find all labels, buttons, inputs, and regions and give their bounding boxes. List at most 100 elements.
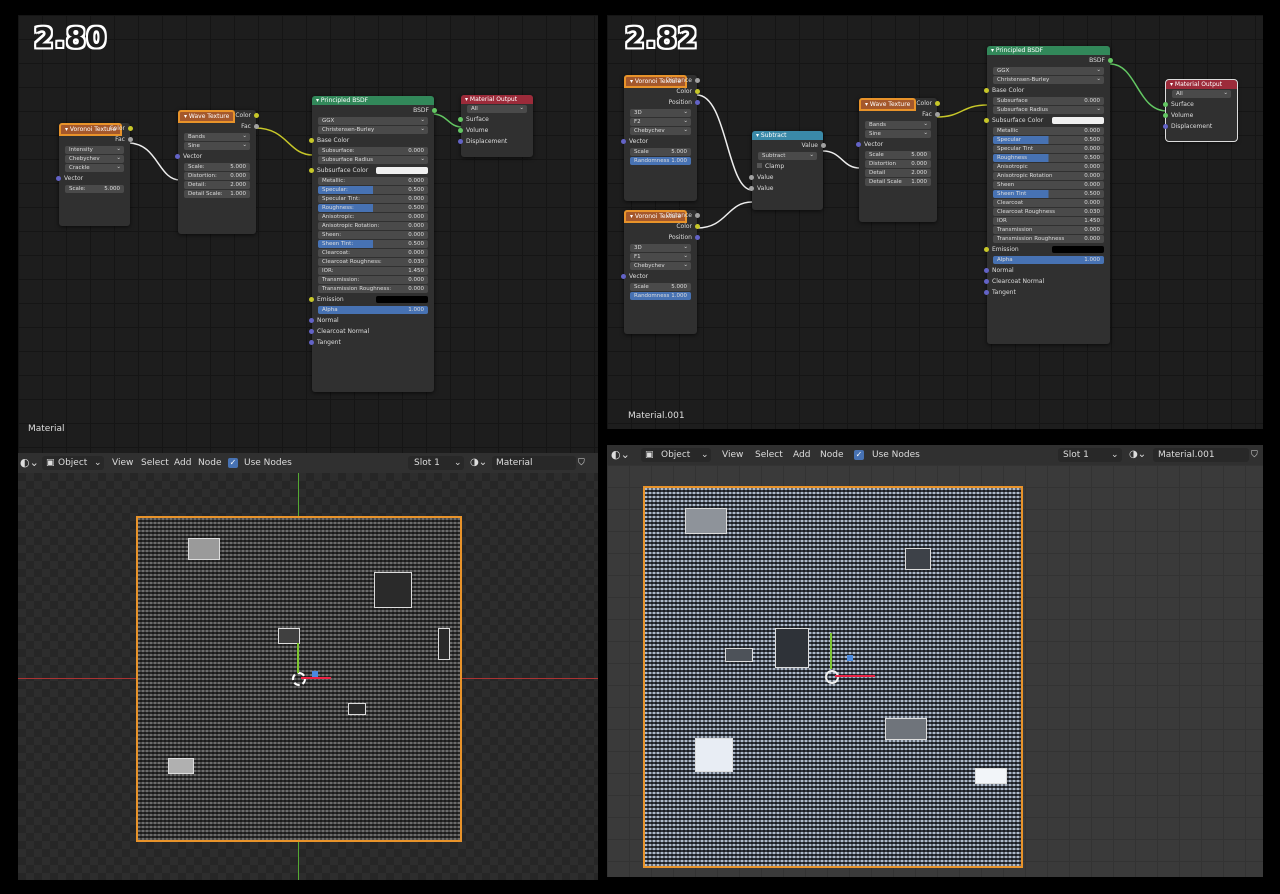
shield-icon[interactable]: ⛉ xyxy=(1251,450,1258,460)
menu-node[interactable]: Node xyxy=(198,458,222,468)
clamp-checkbox[interactable]: Clamp xyxy=(752,161,823,172)
wave-type-dropdown[interactable]: Bands xyxy=(184,133,250,141)
bsdf-field-anisotropic[interactable]: Anisotropic: 0.000 xyxy=(318,213,428,221)
bsdf-field-transmission[interactable]: Transmission: 0.000 xyxy=(318,276,428,284)
emission-color[interactable] xyxy=(1052,246,1104,253)
bsdf-field-transmission-roughness[interactable]: Transmission Roughness: 0.000 xyxy=(318,285,428,293)
subsurface-method-dropdown[interactable]: Christensen-Burley xyxy=(318,126,428,134)
bsdf-field-anisotropic[interactable]: Anisotropic 0.000 xyxy=(993,163,1104,171)
wave-profile-dropdown[interactable]: Sine xyxy=(184,142,250,150)
operation-dropdown[interactable]: Subtract xyxy=(758,152,817,160)
menu-node[interactable]: Node xyxy=(820,450,844,460)
bsdf-field-anisotropic-rotation[interactable]: Anisotropic Rotation: 0.000 xyxy=(318,222,428,230)
distance-dropdown[interactable]: Chebychev xyxy=(630,127,691,135)
coloring-dropdown[interactable]: Intensity xyxy=(65,146,124,154)
use-nodes-checkbox[interactable]: ✓ xyxy=(228,458,238,468)
principled-bsdf-node[interactable]: Principled BSDF BSDF GGX Christensen-Bur… xyxy=(984,46,1113,344)
distortion-field[interactable]: Distortion 0.000 xyxy=(865,160,931,168)
node-editor-right[interactable]: 2.82 Voronoi Texture Distance Color Posi… xyxy=(607,15,1263,429)
material-output-node[interactable]: Material Output All Surface Volume Displ… xyxy=(1163,79,1238,142)
wave-texture-node[interactable]: Wave Texture Color Fac Bands Sine Vector… xyxy=(175,110,259,234)
bsdf-field-subsurface-color[interactable]: Subsurface Color xyxy=(984,115,1110,126)
subsurface-color-swatch[interactable] xyxy=(376,167,428,174)
dimensions-dropdown[interactable]: 3D xyxy=(630,109,691,117)
menu-view[interactable]: View xyxy=(722,450,743,460)
scale-field[interactable]: Scale 5.000 xyxy=(630,148,691,156)
scale-field[interactable]: Scale: 5.000 xyxy=(184,163,250,171)
distribution-dropdown[interactable]: GGX xyxy=(318,117,428,125)
material-sphere-icon[interactable]: ◑⌄ xyxy=(1129,449,1146,460)
principled-bsdf-node[interactable]: Principled BSDF BSDF GGX Christensen-Bur… xyxy=(309,96,437,392)
shield-icon[interactable]: ⛉ xyxy=(578,458,585,468)
menu-view[interactable]: View xyxy=(112,458,133,468)
target-dropdown[interactable]: All xyxy=(467,105,527,113)
bsdf-field-subsurface-radius[interactable]: Subsurface Radius xyxy=(318,156,428,164)
voronoi-texture-node-2[interactable]: Voronoi Texture Distance Color Position … xyxy=(621,210,700,334)
dimensions-dropdown[interactable]: 3D xyxy=(630,244,691,252)
menu-add[interactable]: Add xyxy=(174,458,191,468)
image-viewport[interactable] xyxy=(607,465,1263,877)
bsdf-field-subsurface-radius[interactable]: Subsurface Radius xyxy=(993,106,1104,114)
menu-select[interactable]: Select xyxy=(755,450,783,460)
scale-field[interactable]: Scale 5.000 xyxy=(865,151,931,159)
bsdf-field-clearcoat[interactable]: Clearcoat: 0.000 xyxy=(318,249,428,257)
node-editor-left[interactable]: 2.80 Voronoi Texture Color Fac Intensity… xyxy=(18,15,598,453)
bsdf-field-ior[interactable]: IOR: 1.450 xyxy=(318,267,428,275)
scale-field[interactable]: Scale: 5.000 xyxy=(65,185,124,193)
randomness-field[interactable]: Randomness 1.000 xyxy=(630,292,691,300)
wave-texture-node[interactable]: Wave Texture Color Fac Bands Sine Vector… xyxy=(856,98,940,222)
bsdf-field-specular-tint[interactable]: Specular Tint 0.000 xyxy=(993,145,1104,153)
bsdf-field-specular-tint[interactable]: Specular Tint: 0.000 xyxy=(318,195,428,203)
feature-dropdown[interactable]: F2 xyxy=(630,118,691,126)
bsdf-field-subsurface[interactable]: Subsurface: 0.000 xyxy=(318,147,428,155)
bsdf-field-transmission-roughness[interactable]: Transmission Roughness 0.000 xyxy=(993,235,1104,243)
material-output-node[interactable]: Material Output All Surface Volume Displ… xyxy=(458,95,533,157)
material-sphere-icon[interactable]: ◑⌄ xyxy=(470,457,487,468)
distortion-field[interactable]: Distortion: 0.000 xyxy=(184,172,250,180)
editor-type-icon[interactable]: ◐⌄ xyxy=(611,448,630,461)
menu-add[interactable]: Add xyxy=(793,450,810,460)
bsdf-field-metallic[interactable]: Metallic 0.000 xyxy=(993,127,1104,135)
bsdf-field-roughness[interactable]: Roughness 0.500 xyxy=(993,154,1104,162)
bsdf-field-sheen-tint[interactable]: Sheen Tint: 0.500 xyxy=(318,240,428,248)
bsdf-field-sheen-tint[interactable]: Sheen Tint 0.500 xyxy=(993,190,1104,198)
bsdf-field-transmission[interactable]: Transmission 0.000 xyxy=(993,226,1104,234)
bsdf-field-subsurface-color[interactable]: Subsurface Color xyxy=(309,165,434,176)
emission-color[interactable] xyxy=(376,296,428,303)
voronoi-texture-node-1[interactable]: Voronoi Texture Distance Color Position … xyxy=(621,75,700,201)
bsdf-field-subsurface[interactable]: Subsurface 0.000 xyxy=(993,97,1104,105)
image-viewport[interactable] xyxy=(18,473,598,880)
detail-scale-field[interactable]: Detail Scale 1.000 xyxy=(865,178,931,186)
feature-dropdown[interactable]: F1 xyxy=(630,253,691,261)
subsurface-method-dropdown[interactable]: Christensen-Burley xyxy=(993,76,1104,84)
detail-field[interactable]: Detail: 2.000 xyxy=(184,181,250,189)
bsdf-field-sheen[interactable]: Sheen 0.000 xyxy=(993,181,1104,189)
bsdf-field-sheen[interactable]: Sheen: 0.000 xyxy=(318,231,428,239)
scale-field[interactable]: Scale 5.000 xyxy=(630,283,691,291)
bsdf-field-clearcoat-roughness[interactable]: Clearcoat Roughness: 0.030 xyxy=(318,258,428,266)
feature-dropdown[interactable]: Crackle xyxy=(65,164,124,172)
bsdf-field-specular[interactable]: Specular: 0.500 xyxy=(318,186,428,194)
bsdf-field-anisotropic-rotation[interactable]: Anisotropic Rotation 0.000 xyxy=(993,172,1104,180)
menu-select[interactable]: Select xyxy=(141,458,169,468)
bsdf-field-metallic[interactable]: Metallic: 0.000 xyxy=(318,177,428,185)
distance-dropdown[interactable]: Chebychev xyxy=(630,262,691,270)
detail-field[interactable]: Detail 2.000 xyxy=(865,169,931,177)
bsdf-field-clearcoat[interactable]: Clearcoat 0.000 xyxy=(993,199,1104,207)
voronoi-texture-node[interactable]: Voronoi Texture Color Fac Intensity Cheb… xyxy=(56,123,133,226)
wave-profile-dropdown[interactable]: Sine xyxy=(865,130,931,138)
alpha-field[interactable]: Alpha 1.000 xyxy=(318,306,428,314)
distribution-dropdown[interactable]: GGX xyxy=(993,67,1104,75)
wave-type-dropdown[interactable]: Bands xyxy=(865,121,931,129)
bsdf-field-specular[interactable]: Specular 0.500 xyxy=(993,136,1104,144)
editor-type-icon[interactable]: ◐⌄ xyxy=(20,456,39,469)
randomness-field[interactable]: Randomness 1.000 xyxy=(630,157,691,165)
bsdf-field-roughness[interactable]: Roughness: 0.500 xyxy=(318,204,428,212)
subsurface-color-swatch[interactable] xyxy=(1052,117,1104,124)
subtract-math-node[interactable]: Subtract Value Subtract Clamp Value Valu… xyxy=(749,131,826,210)
bsdf-field-ior[interactable]: IOR 1.450 xyxy=(993,217,1104,225)
distance-dropdown[interactable]: Chebychev xyxy=(65,155,124,163)
detail-scale-field[interactable]: Detail Scale: 1.000 xyxy=(184,190,250,198)
alpha-field[interactable]: Alpha 1.000 xyxy=(993,256,1104,264)
use-nodes-checkbox[interactable]: ✓ xyxy=(854,450,864,460)
